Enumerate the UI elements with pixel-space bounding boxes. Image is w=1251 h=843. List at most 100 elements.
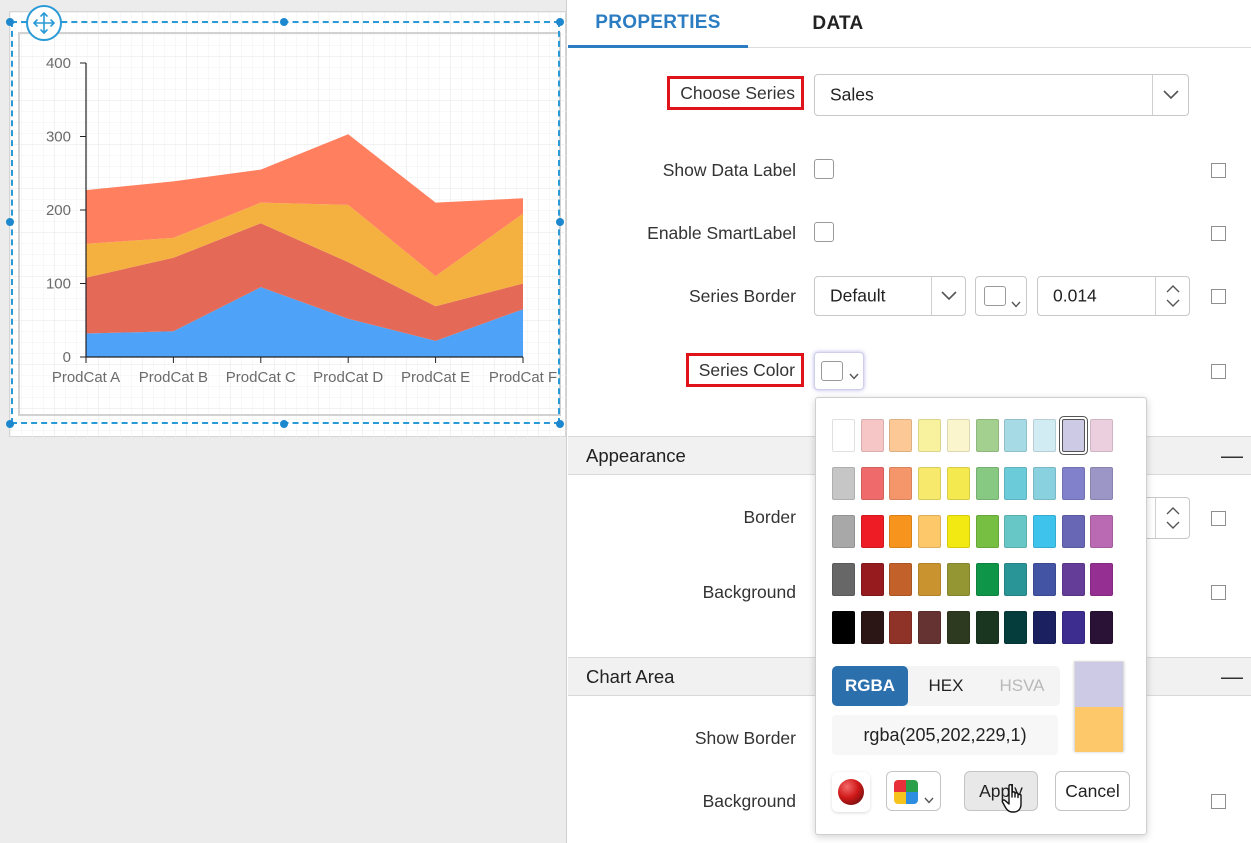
color-swatch[interactable] xyxy=(975,515,999,548)
color-swatch[interactable] xyxy=(1004,611,1028,644)
show-data-label-side-checkbox[interactable] xyxy=(1211,163,1226,178)
chevron-down-icon[interactable] xyxy=(931,277,965,315)
color-swatch[interactable] xyxy=(860,611,884,644)
mode-hex-tab[interactable]: HEX xyxy=(908,666,984,706)
color-swatch[interactable] xyxy=(832,611,855,644)
color-swatch[interactable] xyxy=(1032,611,1056,644)
move-icon[interactable] xyxy=(26,5,62,41)
color-swatch[interactable] xyxy=(918,515,942,548)
show-data-label-label: Show Data Label xyxy=(662,160,796,180)
color-swatch[interactable] xyxy=(1090,611,1114,644)
color-swatch[interactable] xyxy=(1032,515,1056,548)
appearance-border-side-checkbox[interactable] xyxy=(1211,511,1226,526)
color-swatch[interactable] xyxy=(889,611,913,644)
color-swatch[interactable] xyxy=(1004,563,1028,596)
resize-handle-left[interactable] xyxy=(6,218,14,226)
color-swatch[interactable] xyxy=(889,467,913,500)
chevron-down-icon[interactable] xyxy=(1152,75,1188,115)
series-border-side-checkbox[interactable] xyxy=(1211,289,1226,304)
choose-series-dropdown[interactable]: Sales xyxy=(814,74,1189,116)
color-swatch[interactable] xyxy=(832,515,855,548)
mode-rgba-tab[interactable]: RGBA xyxy=(832,666,908,706)
mode-hsva-tab[interactable]: HSVA xyxy=(984,666,1060,706)
color-swatch[interactable] xyxy=(1032,467,1056,500)
hand-cursor-icon xyxy=(1001,784,1022,813)
series-color-side-checkbox[interactable] xyxy=(1211,364,1226,379)
color-swatch[interactable] xyxy=(918,611,942,644)
collapse-icon[interactable]: — xyxy=(1221,664,1243,690)
color-swatch[interactable] xyxy=(1090,467,1114,500)
enable-smartlabel-checkbox[interactable] xyxy=(814,222,834,242)
chart-area-background-side-checkbox[interactable] xyxy=(1211,794,1226,809)
color-swatch[interactable] xyxy=(1061,611,1085,644)
color-swatch[interactable] xyxy=(1061,515,1085,548)
color-swatch[interactable] xyxy=(889,515,913,548)
series-border-style-dropdown[interactable]: Default xyxy=(814,276,966,316)
color-swatch[interactable] xyxy=(918,467,942,500)
series-border-color-picker[interactable] xyxy=(975,276,1027,316)
resize-handle-right[interactable] xyxy=(556,218,564,226)
resize-handle-bottom[interactable] xyxy=(280,420,288,428)
color-swatch[interactable] xyxy=(832,563,855,596)
color-swatch[interactable] xyxy=(975,563,999,596)
color-swatch[interactable] xyxy=(860,419,884,452)
resize-handle-bottom-right[interactable] xyxy=(556,420,564,428)
cancel-button[interactable]: Cancel xyxy=(1055,771,1130,811)
color-swatch[interactable] xyxy=(860,563,884,596)
color-swatch[interactable] xyxy=(889,563,913,596)
color-swatch[interactable] xyxy=(1004,419,1028,452)
series-border-style-value: Default xyxy=(830,285,886,306)
color-swatch[interactable] xyxy=(975,467,999,500)
color-swatch[interactable] xyxy=(918,563,942,596)
color-swatch[interactable] xyxy=(946,419,970,452)
tab-properties[interactable]: PROPERTIES xyxy=(568,0,748,48)
color-swatch[interactable] xyxy=(975,419,999,452)
color-swatch[interactable] xyxy=(860,467,884,500)
series-border-width-input[interactable]: 0.014 xyxy=(1037,276,1190,316)
color-swatch[interactable] xyxy=(832,467,855,500)
color-value-input[interactable]: rgba(205,202,229,1) xyxy=(832,715,1058,755)
color-swatch[interactable] xyxy=(832,419,855,452)
color-swatch[interactable] xyxy=(918,419,942,452)
color-swatch[interactable] xyxy=(1032,419,1056,452)
color-swatch[interactable] xyxy=(1004,467,1028,500)
chart-area-show-border-label: Show Border xyxy=(694,728,796,748)
color-swatch[interactable] xyxy=(1090,515,1114,548)
tab-data[interactable]: DATA xyxy=(748,0,928,48)
color-picker-mode-button[interactable] xyxy=(832,772,870,812)
appearance-background-side-checkbox[interactable] xyxy=(1211,585,1226,600)
resize-handle-top-left[interactable] xyxy=(6,18,14,26)
color-swatch[interactable] xyxy=(860,515,884,548)
color-swatch[interactable] xyxy=(946,611,970,644)
color-swatch[interactable] xyxy=(889,419,913,452)
spin-buttons[interactable] xyxy=(1155,277,1189,315)
spin-buttons[interactable] xyxy=(1155,498,1189,538)
chevron-down-icon xyxy=(1011,292,1021,313)
color-swatch[interactable] xyxy=(1061,467,1085,500)
enable-smartlabel-side-checkbox[interactable] xyxy=(1211,226,1226,241)
stacked-area-chart: 0 100 200 300 400 ProdCat A ProdCat B ProdCat C… xyxy=(46,55,557,386)
series-color-picker[interactable] xyxy=(814,352,864,390)
color-swatch[interactable] xyxy=(946,515,970,548)
color-swatch[interactable] xyxy=(1061,419,1085,452)
color-swatch[interactable] xyxy=(1004,515,1028,548)
resize-handle-top-right[interactable] xyxy=(556,18,564,26)
x-tick-label: ProdCat B xyxy=(139,369,208,386)
collapse-icon[interactable]: — xyxy=(1221,443,1243,469)
resize-handle-top[interactable] xyxy=(280,18,288,26)
color-swatch[interactable] xyxy=(1090,563,1114,596)
color-swatch[interactable] xyxy=(975,611,999,644)
resize-handle-bottom-left[interactable] xyxy=(6,420,14,428)
color-swatch[interactable] xyxy=(1061,563,1085,596)
color-swatch[interactable] xyxy=(946,467,970,500)
chevron-down-icon xyxy=(849,367,859,385)
previous-color-preview xyxy=(1075,707,1123,752)
palette-mode-dropdown[interactable] xyxy=(886,771,941,811)
show-data-label-checkbox[interactable] xyxy=(814,159,834,179)
color-preview xyxy=(1074,661,1124,752)
color-swatch[interactable] xyxy=(1090,419,1114,452)
color-swatch[interactable] xyxy=(946,563,970,596)
chevron-down-icon xyxy=(924,788,934,809)
x-tick-label: ProdCat C xyxy=(226,369,296,386)
color-swatch[interactable] xyxy=(1032,563,1056,596)
